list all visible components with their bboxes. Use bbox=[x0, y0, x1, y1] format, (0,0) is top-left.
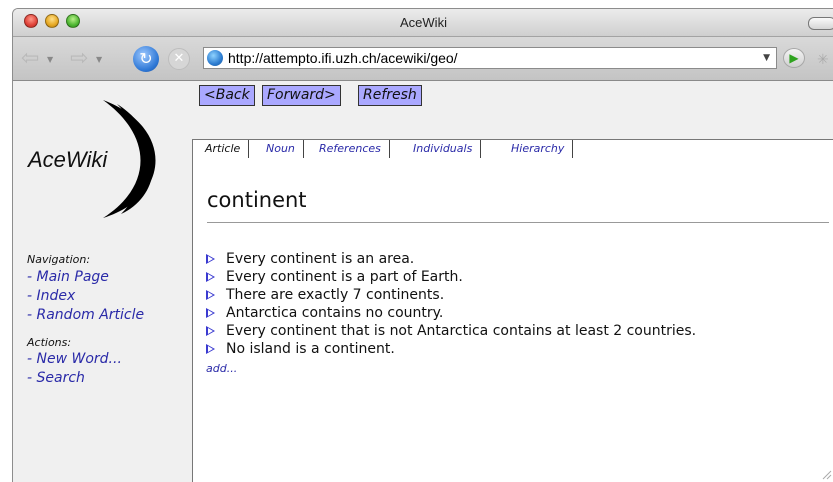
sentence-text[interactable]: There are exactly 7 continents. bbox=[226, 287, 444, 303]
sentence-menu-triangle-icon[interactable] bbox=[206, 272, 215, 282]
article-title: continent bbox=[207, 188, 307, 212]
title-bar: AceWiki bbox=[13, 9, 833, 37]
close-icon: ✕ bbox=[173, 51, 185, 66]
sidebar-link-main-page[interactable]: - Main Page bbox=[27, 269, 109, 285]
reload-icon: ↻ bbox=[139, 49, 153, 68]
toolbar-toggle-button[interactable] bbox=[808, 17, 833, 30]
play-icon: ▶ bbox=[789, 51, 799, 65]
url-dropdown-icon[interactable]: ▼ bbox=[763, 53, 770, 63]
tab-hierarchy[interactable]: Hierarchy bbox=[503, 140, 574, 158]
back-button[interactable]: <Back bbox=[199, 85, 255, 106]
title-divider bbox=[207, 222, 829, 223]
browser-forward-button[interactable]: ⇨ ▼ bbox=[70, 48, 108, 70]
sentence-text[interactable]: Every continent that is not Antarctica c… bbox=[226, 323, 696, 339]
page-viewport: AceWiki Navigation: - Main Page - Index … bbox=[13, 81, 833, 482]
window-title: AceWiki bbox=[400, 15, 447, 30]
sentence-menu-triangle-icon[interactable] bbox=[206, 326, 215, 336]
sidebar-link-search[interactable]: - Search bbox=[27, 370, 85, 386]
sentence-text[interactable]: Antarctica contains no country. bbox=[226, 305, 443, 321]
add-sentence-link[interactable]: add... bbox=[206, 362, 237, 375]
tab-individuals[interactable]: Individuals bbox=[405, 140, 482, 158]
tab-noun[interactable]: Noun bbox=[258, 140, 304, 158]
browser-window: AceWiki ⇦ ▼ ⇨ ▼ ↻ ✕ http://attempto.ifi.uz… bbox=[12, 8, 833, 482]
url-text[interactable]: http://attempto.ifi.uzh.ch/acewiki/geo/ bbox=[228, 50, 458, 66]
sentence-text[interactable]: No island is a continent. bbox=[226, 341, 395, 357]
forward-button[interactable]: Forward> bbox=[262, 85, 341, 106]
browser-back-button[interactable]: ⇦ ▼ bbox=[21, 48, 59, 70]
sentence-text[interactable]: Every continent is an area. bbox=[226, 251, 414, 267]
globe-icon bbox=[207, 50, 223, 66]
sentence-menu-triangle-icon[interactable] bbox=[206, 344, 215, 354]
article-panel: Article Noun References Individuals Hier… bbox=[192, 139, 833, 482]
browser-stop-button[interactable]: ✕ bbox=[168, 48, 190, 70]
tab-references[interactable]: References bbox=[311, 140, 390, 158]
arrow-right-icon: ⇨ bbox=[70, 46, 89, 71]
dropdown-arrow-icon: ▼ bbox=[47, 55, 54, 64]
sentence-text[interactable]: Every continent is a part of Earth. bbox=[226, 269, 463, 285]
sidebar-link-index[interactable]: - Index bbox=[27, 288, 75, 304]
loading-spinner-icon: ✳ bbox=[817, 52, 829, 68]
dropdown-arrow-icon: ▼ bbox=[96, 55, 103, 64]
sidebar-link-random-article[interactable]: - Random Article bbox=[27, 307, 144, 323]
sidebar-link-new-word[interactable]: - New Word... bbox=[27, 351, 122, 367]
browser-toolbar: ⇦ ▼ ⇨ ▼ ↻ ✕ http://attempto.ifi.uzh.ch/ace… bbox=[13, 37, 833, 81]
arrow-left-icon: ⇦ bbox=[21, 46, 40, 71]
sidebar: AceWiki Navigation: - Main Page - Index … bbox=[13, 81, 191, 482]
go-button[interactable]: ▶ bbox=[783, 48, 805, 68]
sentence-menu-triangle-icon[interactable] bbox=[206, 308, 215, 318]
resize-handle-icon[interactable] bbox=[822, 470, 832, 480]
logo-text: AceWiki bbox=[28, 147, 108, 172]
sentence-menu-triangle-icon[interactable] bbox=[206, 254, 215, 264]
acewiki-logo[interactable]: AceWiki bbox=[13, 86, 191, 226]
browser-reload-button[interactable]: ↻ bbox=[133, 46, 159, 72]
navigation-heading: Navigation: bbox=[27, 253, 91, 266]
actions-heading: Actions: bbox=[27, 336, 72, 349]
sentence-menu-triangle-icon[interactable] bbox=[206, 290, 215, 300]
url-bar[interactable]: http://attempto.ifi.uzh.ch/acewiki/geo/ … bbox=[203, 47, 777, 69]
tab-article[interactable]: Article bbox=[197, 140, 250, 158]
refresh-button[interactable]: Refresh bbox=[358, 85, 422, 106]
